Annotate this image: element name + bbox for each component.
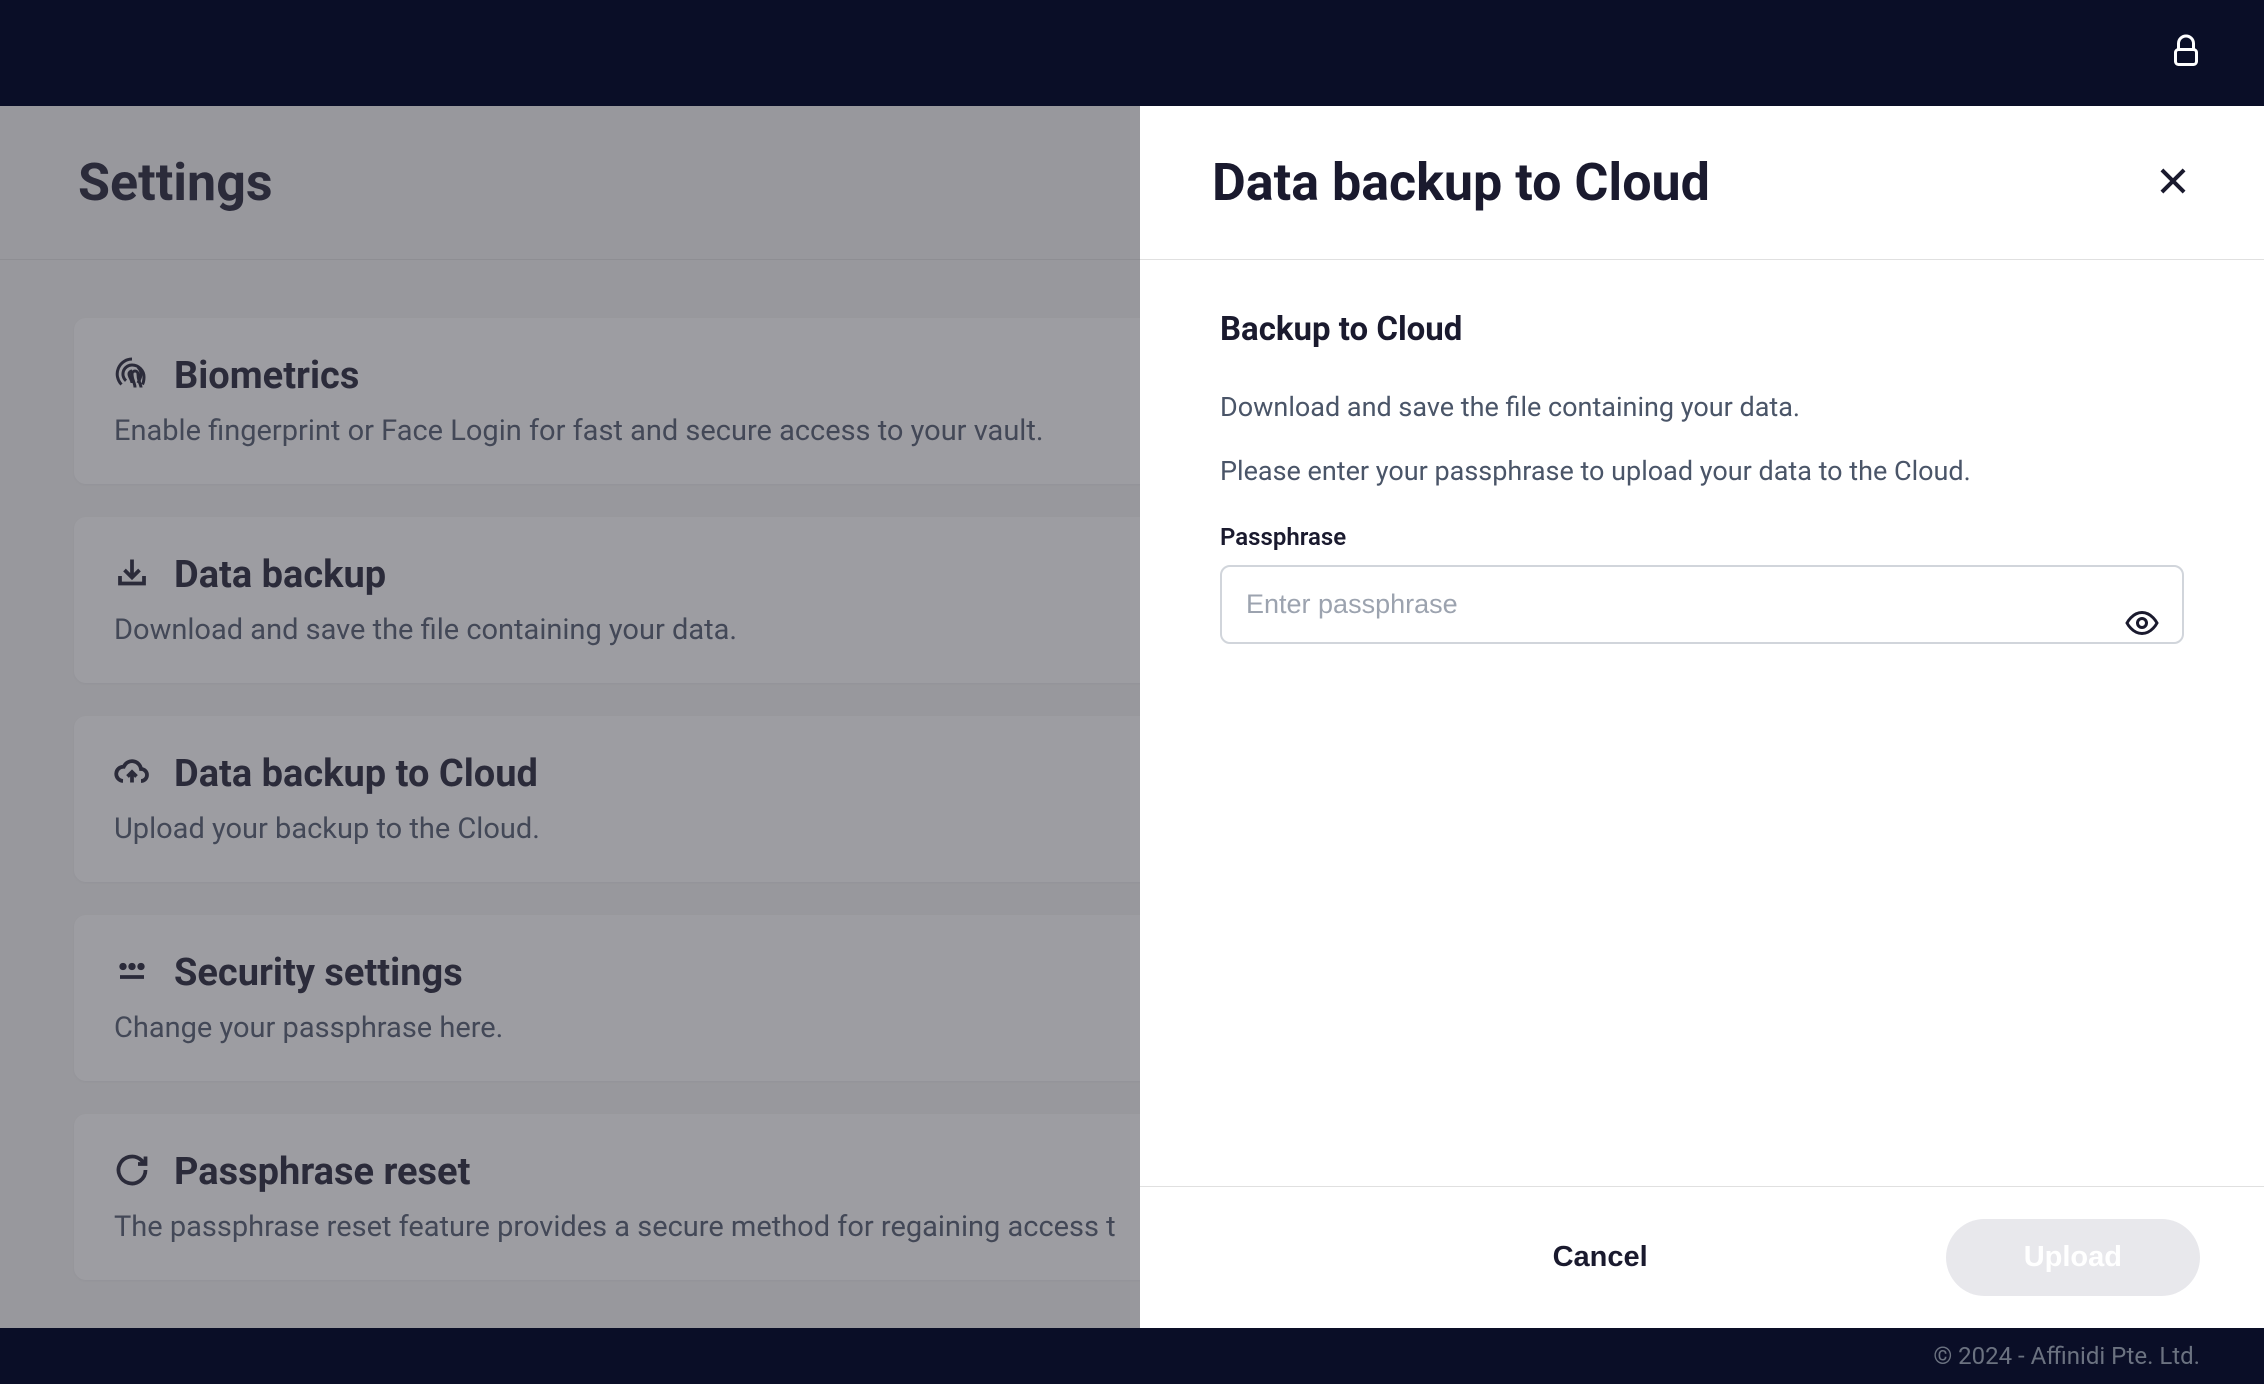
cancel-button[interactable]: Cancel: [1505, 1223, 1696, 1292]
panel-description-1: Download and save the file containing yo…: [1220, 391, 2184, 423]
panel-body: Backup to Cloud Download and save the fi…: [1140, 260, 2264, 1186]
panel-title: Data backup to Cloud: [1212, 152, 1710, 213]
upload-button[interactable]: Upload: [1946, 1219, 2200, 1296]
passphrase-input[interactable]: [1220, 565, 2184, 644]
panel-footer: Cancel Upload: [1140, 1186, 2264, 1328]
panel-header: Data backup to Cloud: [1140, 106, 2264, 260]
passphrase-input-wrapper: [1220, 565, 2184, 644]
app-header: [0, 0, 2264, 106]
app-footer: © 2024 - Affinidi Pte. Ltd.: [0, 1328, 2264, 1384]
lock-icon[interactable]: [2168, 33, 2204, 73]
panel-description-2: Please enter your passphrase to upload y…: [1220, 455, 2184, 487]
close-icon[interactable]: [2154, 162, 2192, 204]
panel-subtitle: Backup to Cloud: [1220, 310, 2184, 349]
copyright-text: © 2024 - Affinidi Pte. Ltd.: [1933, 1342, 2200, 1370]
passphrase-label: Passphrase: [1220, 523, 2184, 551]
backup-cloud-panel: Data backup to Cloud Backup to Cloud Dow…: [1140, 106, 2264, 1328]
